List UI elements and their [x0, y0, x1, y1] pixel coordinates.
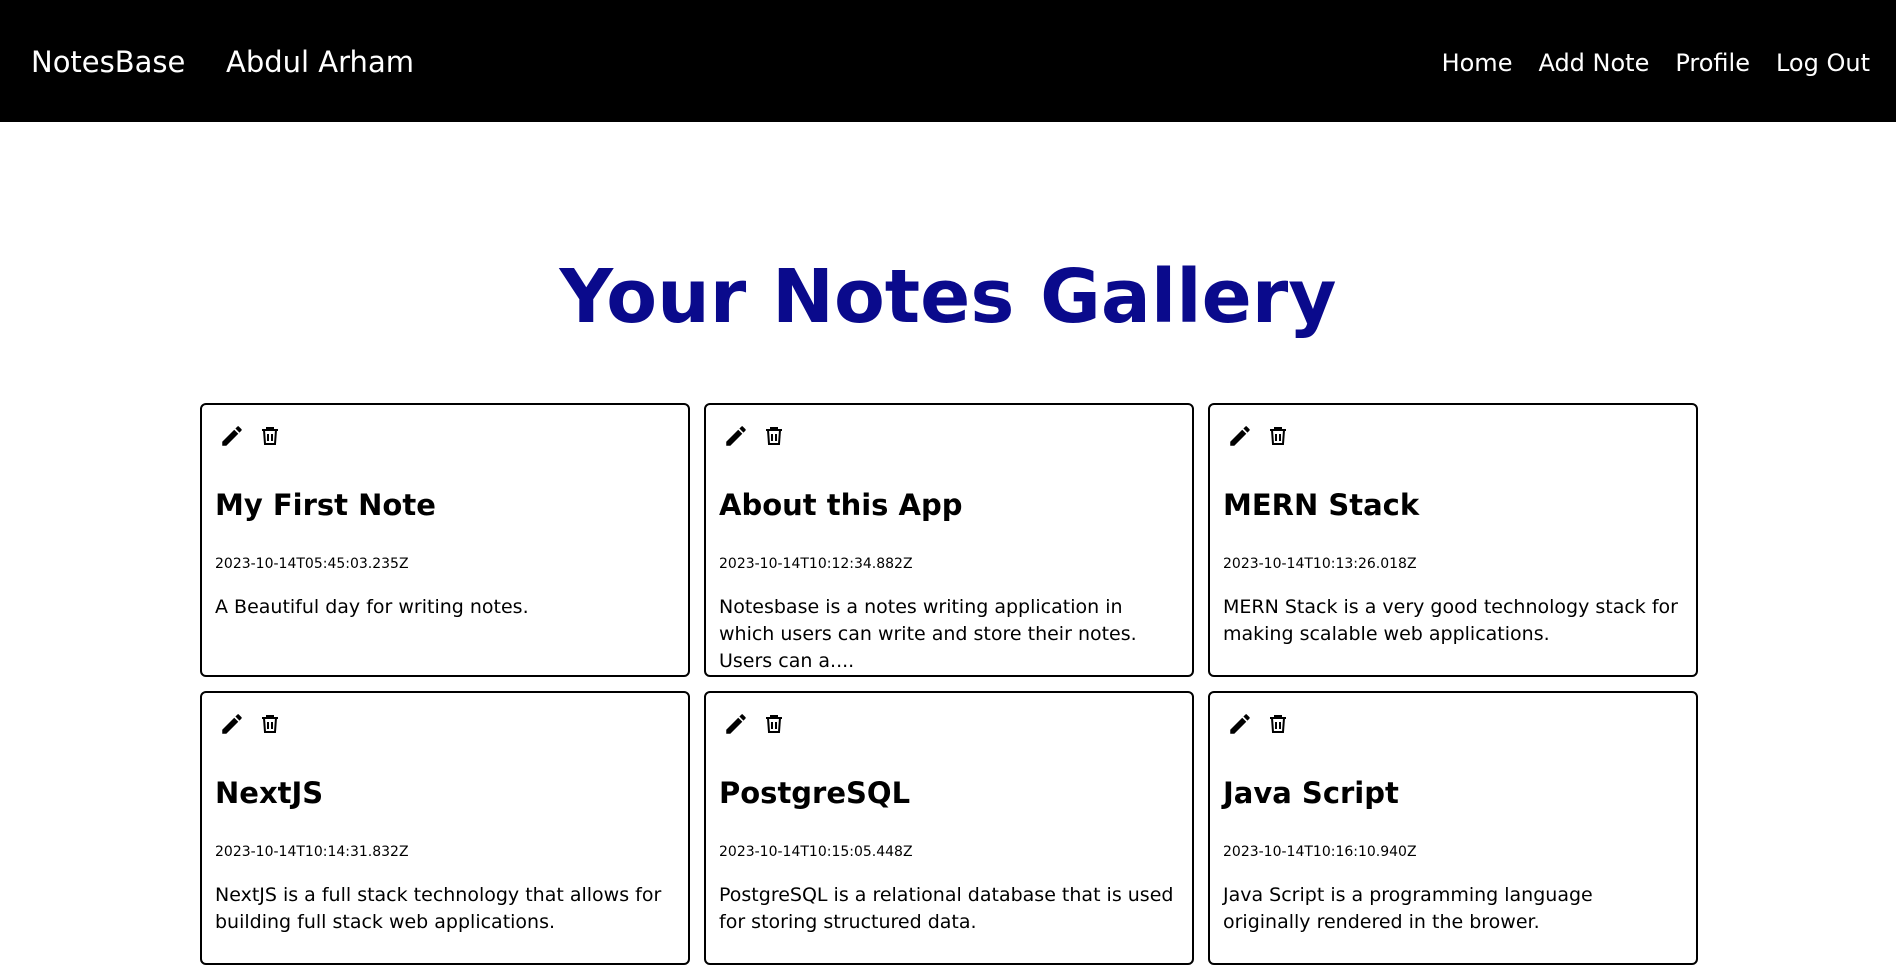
- delete-trash-icon[interactable]: [257, 711, 283, 737]
- delete-trash-icon[interactable]: [1265, 423, 1291, 449]
- note-card: NextJS 2023-10-14T10:14:31.832Z NextJS i…: [200, 691, 690, 965]
- note-card: Java Script 2023-10-14T10:16:10.940Z Jav…: [1208, 691, 1698, 965]
- navbar: NotesBase Abdul Arham Home Add Note Prof…: [0, 0, 1896, 122]
- brand-link[interactable]: NotesBase: [31, 44, 185, 80]
- note-card: My First Note 2023-10-14T05:45:03.235Z A…: [200, 403, 690, 677]
- note-description: Java Script is a programming language or…: [1223, 884, 1593, 933]
- edit-pencil-icon[interactable]: [723, 711, 749, 737]
- delete-trash-icon[interactable]: [1265, 711, 1291, 737]
- card-actions: [219, 711, 283, 737]
- username-label: Abdul Arham: [226, 45, 414, 79]
- nav-link-log-out[interactable]: Log Out: [1776, 47, 1870, 79]
- edit-pencil-icon[interactable]: [1227, 711, 1253, 737]
- edit-pencil-icon[interactable]: [723, 423, 749, 449]
- note-description: A Beautiful day for writing notes.: [215, 596, 529, 618]
- note-description: MERN Stack is a very good technology sta…: [1223, 596, 1678, 645]
- note-description: PostgreSQL is a relational database that…: [719, 884, 1174, 933]
- note-description: Notesbase is a notes writing application…: [719, 596, 1137, 672]
- note-date: 2023-10-14T10:16:10.940Z: [1223, 844, 1417, 860]
- card-actions: [723, 711, 787, 737]
- note-title: Java Script: [1223, 776, 1399, 810]
- note-title: MERN Stack: [1223, 488, 1420, 522]
- note-date: 2023-10-14T10:13:26.018Z: [1223, 556, 1417, 572]
- nav-link-home[interactable]: Home: [1442, 47, 1513, 79]
- delete-trash-icon[interactable]: [761, 423, 787, 449]
- note-card: About this App 2023-10-14T10:12:34.882Z …: [704, 403, 1194, 677]
- card-actions: [1227, 711, 1291, 737]
- nav-link-add-note[interactable]: Add Note: [1538, 47, 1649, 79]
- note-title: NextJS: [215, 776, 324, 810]
- edit-pencil-icon[interactable]: [219, 423, 245, 449]
- nav-link-profile[interactable]: Profile: [1675, 47, 1750, 79]
- note-date: 2023-10-14T10:14:31.832Z: [215, 844, 409, 860]
- note-card: PostgreSQL 2023-10-14T10:15:05.448Z Post…: [704, 691, 1194, 965]
- note-title: About this App: [719, 488, 963, 522]
- page-title: Your Notes Gallery: [559, 254, 1337, 340]
- note-date: 2023-10-14T10:15:05.448Z: [719, 844, 913, 860]
- note-description: NextJS is a full stack technology that a…: [215, 884, 662, 933]
- nav-links: Home Add Note Profile Log Out: [1442, 47, 1870, 79]
- edit-pencil-icon[interactable]: [219, 711, 245, 737]
- delete-trash-icon[interactable]: [257, 423, 283, 449]
- card-actions: [1227, 423, 1291, 449]
- delete-trash-icon[interactable]: [761, 711, 787, 737]
- note-card: MERN Stack 2023-10-14T10:13:26.018Z MERN…: [1208, 403, 1698, 677]
- edit-pencil-icon[interactable]: [1227, 423, 1253, 449]
- notes-grid: My First Note 2023-10-14T05:45:03.235Z A…: [200, 403, 1699, 965]
- card-actions: [219, 423, 283, 449]
- note-date: 2023-10-14T05:45:03.235Z: [215, 556, 409, 572]
- card-actions: [723, 423, 787, 449]
- note-title: My First Note: [215, 488, 436, 522]
- note-title: PostgreSQL: [719, 776, 911, 810]
- note-date: 2023-10-14T10:12:34.882Z: [719, 556, 913, 572]
